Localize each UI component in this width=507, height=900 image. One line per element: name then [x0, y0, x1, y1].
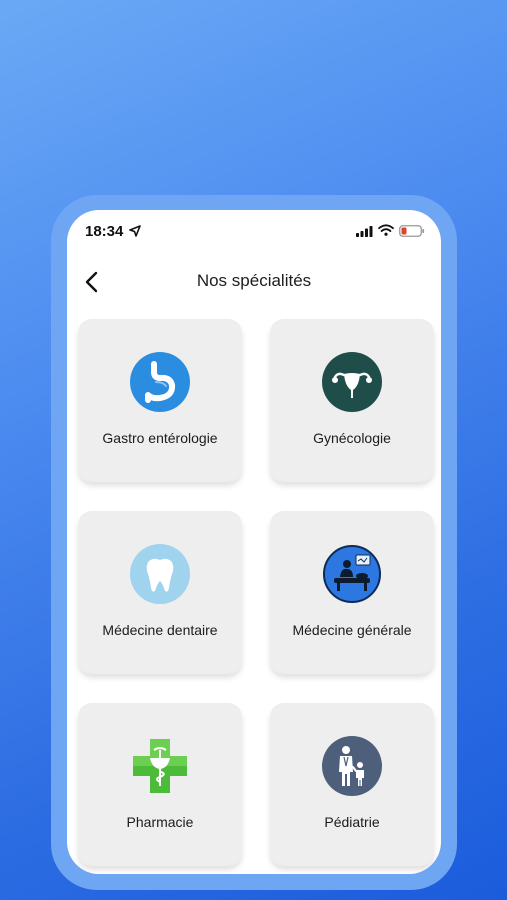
specialty-label: Médecine dentaire: [102, 622, 218, 638]
uterus-icon: [322, 352, 382, 412]
specialty-card-pharmacie[interactable]: Pharmacie: [78, 703, 242, 866]
specialty-label: Gastro entérologie: [102, 430, 218, 446]
specialty-card-gastro[interactable]: Gastro entérologie: [78, 319, 242, 482]
doctor-patient-icon: [322, 544, 382, 604]
tooth-icon: [130, 544, 190, 604]
specialty-label: Médecine générale: [292, 622, 412, 638]
specialty-label: Gynécologie: [313, 430, 391, 446]
pharmacy-cross-icon: [130, 736, 190, 796]
battery-icon: [399, 225, 425, 237]
phone-screen: 18:34 Nos spécialités Gastro entérologie…: [67, 210, 441, 874]
status-time: 18:34: [85, 223, 124, 240]
specialty-card-dentaire[interactable]: Médecine dentaire: [78, 511, 242, 674]
status-bar: 18:34: [67, 210, 441, 254]
location-arrow-icon: [129, 225, 141, 237]
specialty-card-gynecologie[interactable]: Gynécologie: [270, 319, 434, 482]
wifi-icon: [378, 224, 394, 236]
specialty-label: Pédiatrie: [324, 814, 380, 830]
specialty-label: Pharmacie: [126, 814, 194, 830]
page-title: Nos spécialités: [196, 271, 312, 290]
specialty-card-generale[interactable]: Médecine générale: [270, 511, 434, 674]
stomach-icon: [130, 352, 190, 412]
specialty-card-pediatrie[interactable]: Pédiatrie: [270, 703, 434, 866]
signal-icon: [356, 226, 373, 237]
header: Nos spécialités: [67, 262, 441, 302]
pediatrician-icon: [322, 736, 382, 796]
